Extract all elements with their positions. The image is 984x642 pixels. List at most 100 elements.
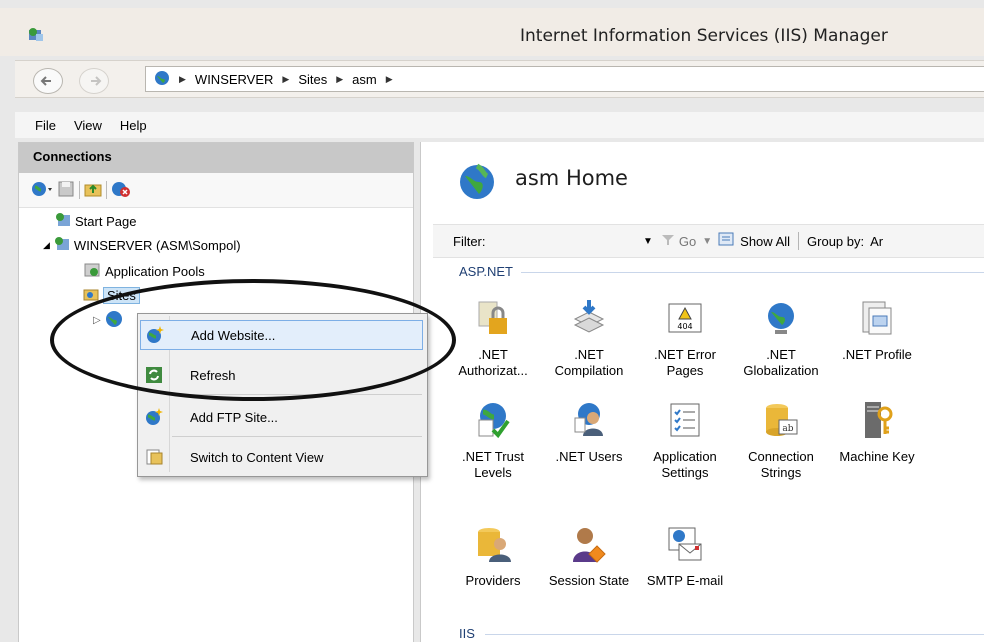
lock-icon xyxy=(473,298,513,341)
back-button[interactable] xyxy=(33,68,63,94)
address-segment[interactable]: Sites xyxy=(298,72,327,87)
up-folder-icon[interactable] xyxy=(84,180,102,201)
tree-item-sites[interactable]: Sites xyxy=(83,286,140,305)
chevron-right-icon: ▶ xyxy=(336,73,344,84)
database-icon: ab xyxy=(761,400,801,443)
tree-item-application-pools[interactable]: Application Pools xyxy=(83,262,205,281)
compilation-icon xyxy=(569,298,609,341)
tree-item-start-page[interactable]: Start Page xyxy=(55,212,136,231)
feature-label: .NET Authorizat... xyxy=(458,347,528,378)
feature-label: .NET Users xyxy=(555,449,623,464)
svg-text:ab: ab xyxy=(782,424,793,434)
feature-connection-strings[interactable]: ab Connection Strings xyxy=(731,400,831,481)
chevron-right-icon: ▶ xyxy=(282,73,290,84)
toolbar-divider xyxy=(79,181,80,199)
menu-item-label: Add FTP Site... xyxy=(190,409,278,425)
menu-item-refresh[interactable]: Refresh xyxy=(140,360,423,390)
feature-providers[interactable]: Providers xyxy=(443,524,543,589)
globe-icon xyxy=(154,70,170,89)
providers-icon xyxy=(473,524,513,567)
app-pools-icon xyxy=(83,262,101,281)
menu-help[interactable]: Help xyxy=(120,118,147,133)
feature-label: Machine Key xyxy=(839,449,915,464)
toolbar-divider xyxy=(106,181,107,199)
menu-separator xyxy=(172,436,422,437)
profile-icon xyxy=(857,298,897,341)
tree-label: Application Pools xyxy=(105,264,205,279)
expand-arrow-icon[interactable]: ▷ xyxy=(93,315,101,326)
iis-app-icon xyxy=(27,26,45,47)
tree-item-server[interactable]: ◢ WINSERVER (ASM\Sompol) xyxy=(43,236,241,255)
forward-button[interactable] xyxy=(79,68,109,94)
sites-folder-icon xyxy=(83,286,99,305)
save-icon[interactable] xyxy=(57,180,75,201)
feature-label: .NET Profile xyxy=(842,347,912,362)
filter-bar: Filter: ▼ Go ▼ Show All Group by: Ar xyxy=(433,224,984,258)
connect-icon[interactable] xyxy=(31,180,53,201)
feature-net-compilation[interactable]: .NET Compilation xyxy=(539,298,639,379)
error-404-icon: 404 xyxy=(665,298,705,341)
feature-application-settings[interactable]: Application Settings xyxy=(635,400,735,481)
feature-session-state[interactable]: Session State xyxy=(539,524,639,589)
trust-levels-icon xyxy=(473,400,513,443)
show-all-button[interactable]: Show All xyxy=(740,234,790,249)
iis-manager-window: Internet Information Services (IIS) Mana… xyxy=(0,0,984,642)
go-button[interactable]: Go xyxy=(679,234,696,249)
group-by-label: Group by: xyxy=(807,233,865,249)
feature-net-authorization[interactable]: .NET Authorizat... xyxy=(443,298,543,379)
menu-item-label: Add Website... xyxy=(191,327,276,343)
feature-net-profile[interactable]: .NET Profile xyxy=(827,298,927,363)
window-title: Internet Information Services (IIS) Mana… xyxy=(520,26,888,46)
expand-arrow-icon[interactable]: ◢ xyxy=(43,240,50,251)
group-by-select[interactable]: Ar xyxy=(870,234,883,249)
menu-item-add-ftp-site[interactable]: Add FTP Site... xyxy=(140,402,423,432)
tree-label: WINSERVER (ASM\Sompol) xyxy=(73,238,241,253)
menu-view[interactable]: View xyxy=(74,118,102,133)
address-path[interactable]: ▶ WINSERVER ▶ Sites ▶ asm ▶ xyxy=(145,66,984,92)
machine-key-icon xyxy=(857,400,897,443)
feature-label: Application Settings xyxy=(653,449,717,480)
title-bar: Internet Information Services (IIS) Mana… xyxy=(0,8,984,56)
users-icon xyxy=(569,400,609,443)
chevron-right-icon: ▶ xyxy=(179,73,186,84)
tree-item-asm-site[interactable]: ▷ xyxy=(93,310,123,331)
funnel-icon xyxy=(661,234,675,249)
email-icon xyxy=(665,524,705,567)
feature-label: .NET Compilation xyxy=(554,347,624,378)
feature-smtp-email[interactable]: SMTP E-mail xyxy=(635,524,735,589)
dropdown-arrow-icon[interactable]: ▼ xyxy=(702,236,712,247)
globe-icon xyxy=(105,310,123,331)
settings-list-icon xyxy=(665,400,705,443)
address-segment[interactable]: asm xyxy=(352,72,377,87)
menu-item-add-website[interactable]: Add Website... xyxy=(140,320,423,350)
feature-net-users[interactable]: .NET Users xyxy=(539,400,639,465)
show-all-icon xyxy=(718,232,736,251)
menu-file[interactable]: File xyxy=(35,118,56,133)
feature-net-trust-levels[interactable]: .NET Trust Levels xyxy=(443,400,543,481)
context-menu: Add Website... Refresh Add FTP Site... S… xyxy=(137,313,428,477)
tree-label: Start Page xyxy=(75,214,137,229)
chevron-right-icon[interactable]: ▶ xyxy=(386,74,393,85)
address-segment[interactable]: WINSERVER xyxy=(195,72,274,87)
features-panel: asm Home Filter: ▼ Go ▼ Show All Group b… xyxy=(420,142,984,642)
feature-net-globalization[interactable]: .NET Globalization xyxy=(731,298,831,379)
address-bar: ▶ WINSERVER ▶ Sites ▶ asm ▶ xyxy=(15,60,984,98)
feature-machine-key[interactable]: Machine Key xyxy=(827,400,927,465)
disconnect-icon[interactable] xyxy=(111,180,131,201)
feature-label: SMTP E-mail xyxy=(646,573,724,588)
globe-icon xyxy=(457,162,497,205)
session-state-icon xyxy=(569,524,609,567)
connections-header: Connections xyxy=(19,143,413,173)
dropdown-arrow-icon[interactable]: ▼ xyxy=(643,236,653,247)
feature-net-error-pages[interactable]: 404 .NET Error Pages xyxy=(635,298,735,379)
add-website-icon xyxy=(141,325,169,345)
filter-divider xyxy=(798,232,800,250)
menu-item-switch-content-view[interactable]: Switch to Content View xyxy=(140,442,423,472)
add-ftp-icon xyxy=(140,407,168,427)
feature-label: .NET Globalization xyxy=(743,347,819,378)
feature-label: Providers xyxy=(465,573,521,588)
menu-item-label: Switch to Content View xyxy=(190,449,324,465)
feature-label: .NET Trust Levels xyxy=(462,449,524,480)
content-view-icon xyxy=(140,448,168,466)
feature-label: Connection Strings xyxy=(748,449,814,480)
